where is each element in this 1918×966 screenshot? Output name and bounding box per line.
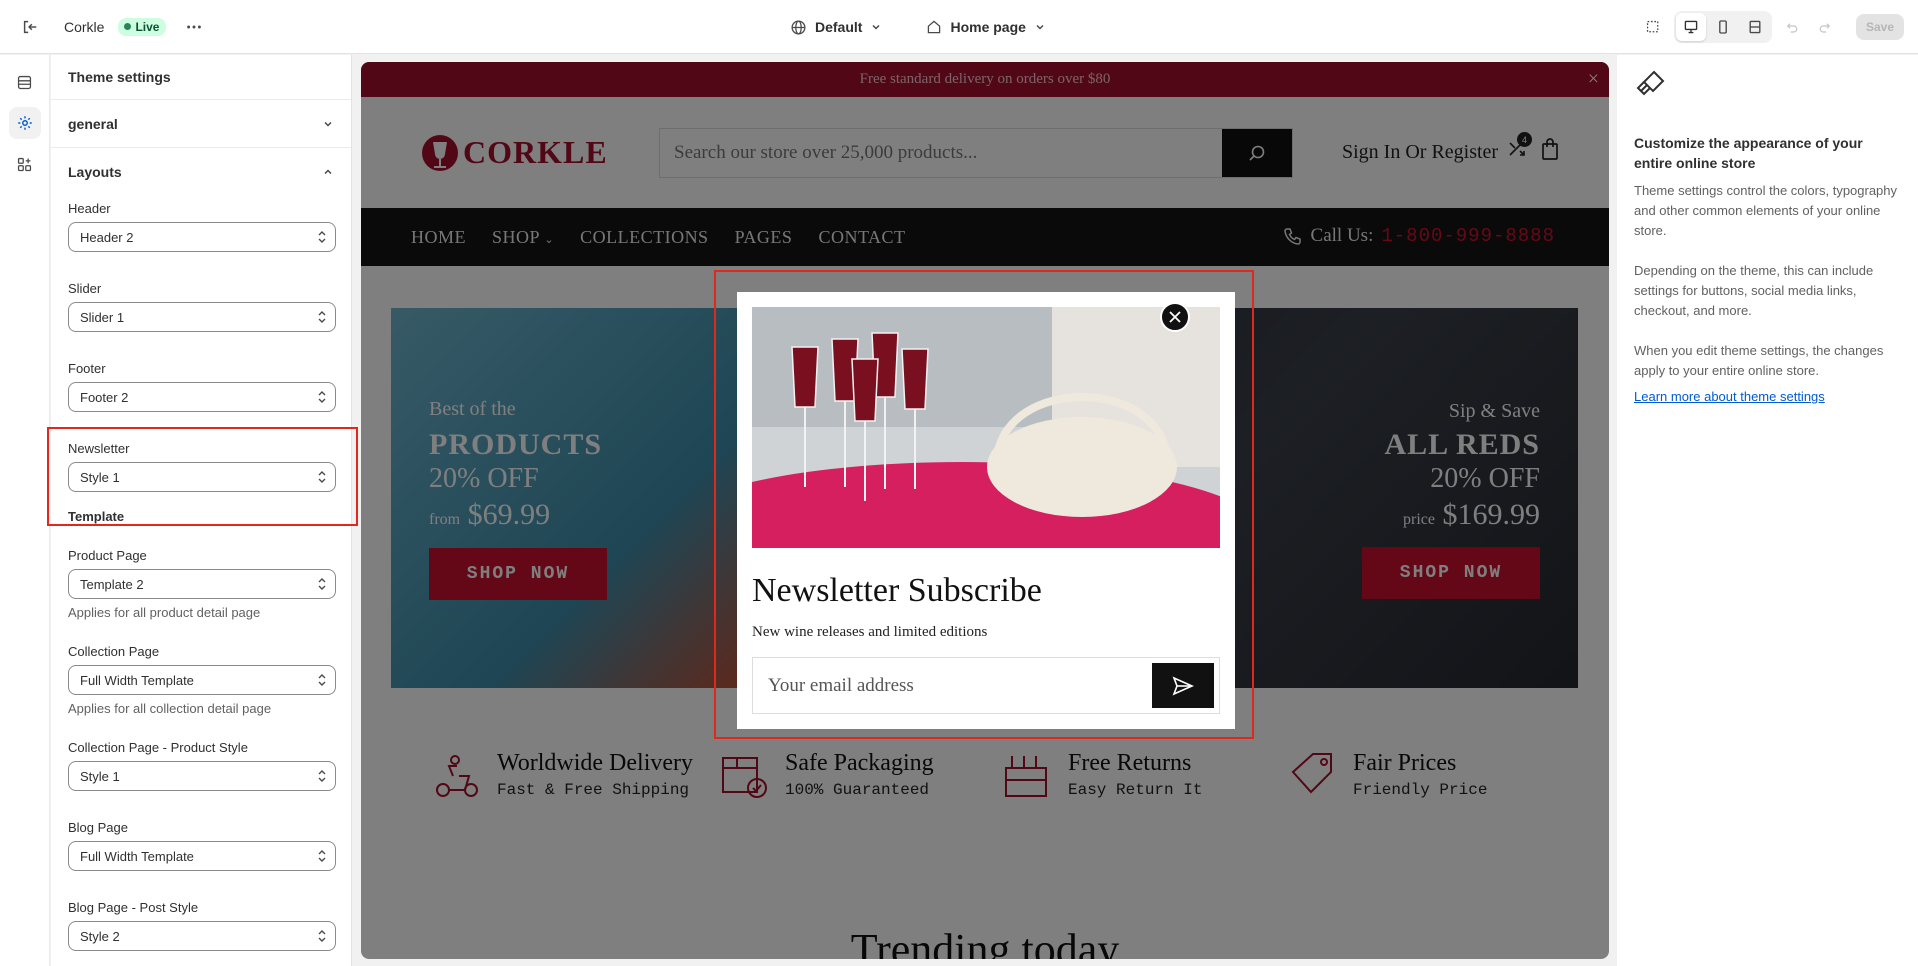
settings-gear-icon[interactable]: [8, 107, 41, 139]
footer-select[interactable]: Footer 2: [68, 382, 336, 412]
modal-title: Newsletter Subscribe: [752, 572, 1042, 609]
select-arrows-icon: [318, 231, 326, 243]
info-title: Customize the appearance of your entire …: [1634, 135, 1863, 171]
select-arrows-icon: [318, 770, 326, 782]
select-arrows-icon: [318, 850, 326, 862]
collection-page-select[interactable]: Full Width Template: [68, 665, 336, 695]
subscribe-send-button[interactable]: [1152, 663, 1214, 708]
chevron-up-icon: [324, 169, 332, 175]
chevron-down-icon: [1036, 24, 1044, 30]
info-paragraph: When you edit theme settings, the change…: [1634, 343, 1884, 378]
blog-page-field: Blog Page Full Width Template: [51, 820, 351, 871]
slider-field: Slider Slider 1: [51, 281, 351, 332]
blog-post-style-select[interactable]: Style 2: [68, 921, 336, 951]
select-arrows-icon: [318, 674, 326, 686]
inspector-icon[interactable]: [1640, 13, 1668, 41]
modal-close-icon[interactable]: [1160, 302, 1190, 332]
live-dot-icon: [124, 23, 132, 30]
slider-select[interactable]: Slider 1: [68, 302, 336, 332]
layouts-section-toggle[interactable]: Layouts: [51, 148, 351, 196]
wine-glasses-image: [752, 307, 1220, 548]
exit-icon[interactable]: [16, 13, 44, 41]
live-status-badge: Live: [118, 17, 167, 36]
globe-icon: [791, 19, 806, 35]
theme-picker[interactable]: Default: [790, 19, 882, 36]
collection-product-style-select[interactable]: Style 1: [68, 761, 336, 791]
footer-field: Footer Footer 2: [51, 361, 351, 412]
info-panel: Customize the appearance of your entire …: [1617, 55, 1918, 966]
learn-more-link[interactable]: Learn more about theme settings: [1634, 389, 1825, 404]
email-input[interactable]: Your email address: [753, 675, 1152, 697]
collection-page-field: Collection Page Full Width Template Appl…: [51, 644, 351, 716]
select-arrows-icon: [318, 578, 326, 590]
collection-product-style-field: Collection Page - Product Style Style 1: [51, 740, 351, 791]
apps-icon[interactable]: [9, 148, 41, 180]
newsletter-highlight-box: [47, 427, 358, 526]
blog-page-select[interactable]: Full Width Template: [68, 841, 336, 871]
chevron-down-icon: [324, 121, 332, 127]
mobile-icon[interactable]: [1708, 13, 1738, 41]
save-button[interactable]: Save: [1855, 14, 1904, 40]
editor-topbar: Corkle Live Default Home page Save: [0, 0, 1918, 54]
more-actions-icon[interactable]: [180, 13, 208, 41]
product-page-field: Product Page Template 2 Applies for all …: [51, 548, 351, 620]
info-paragraph: Depending on the theme, this can include…: [1634, 263, 1874, 318]
info-paragraph: Theme settings control the colors, typog…: [1634, 183, 1898, 238]
header-select[interactable]: Header 2: [68, 222, 336, 252]
paintbrush-icon: [1636, 70, 1665, 96]
select-arrows-icon: [318, 930, 326, 942]
fullscreen-icon[interactable]: [1740, 13, 1770, 41]
device-toggle: [1673, 11, 1772, 43]
page-picker[interactable]: Home page: [926, 19, 1045, 35]
panel-title: Theme settings: [51, 55, 351, 100]
modal-subtitle: New wine releases and limited editions: [752, 624, 988, 640]
desktop-icon[interactable]: [1675, 13, 1706, 41]
undo-icon[interactable]: [1778, 13, 1806, 41]
send-icon: [1172, 675, 1194, 696]
header-field: Header Header 2: [51, 201, 351, 252]
select-arrows-icon: [318, 311, 326, 323]
newsletter-modal: Newsletter Subscribe New wine releases a…: [737, 292, 1235, 729]
editor-rail: [0, 55, 50, 966]
email-form: Your email address: [752, 657, 1220, 714]
collection-page-help: Applies for all collection detail page: [68, 701, 272, 716]
blog-post-style-field: Blog Page - Post Style Style 2: [51, 900, 351, 951]
sections-icon[interactable]: [9, 66, 41, 98]
chevron-down-icon: [872, 24, 880, 30]
select-arrows-icon: [318, 391, 326, 403]
home-icon: [928, 20, 941, 34]
redo-icon[interactable]: [1812, 13, 1840, 41]
store-name: Corkle: [64, 18, 105, 35]
product-page-help: Applies for all product detail page: [68, 605, 261, 620]
general-section-toggle[interactable]: general: [51, 100, 351, 148]
product-page-select[interactable]: Template 2: [68, 569, 336, 599]
